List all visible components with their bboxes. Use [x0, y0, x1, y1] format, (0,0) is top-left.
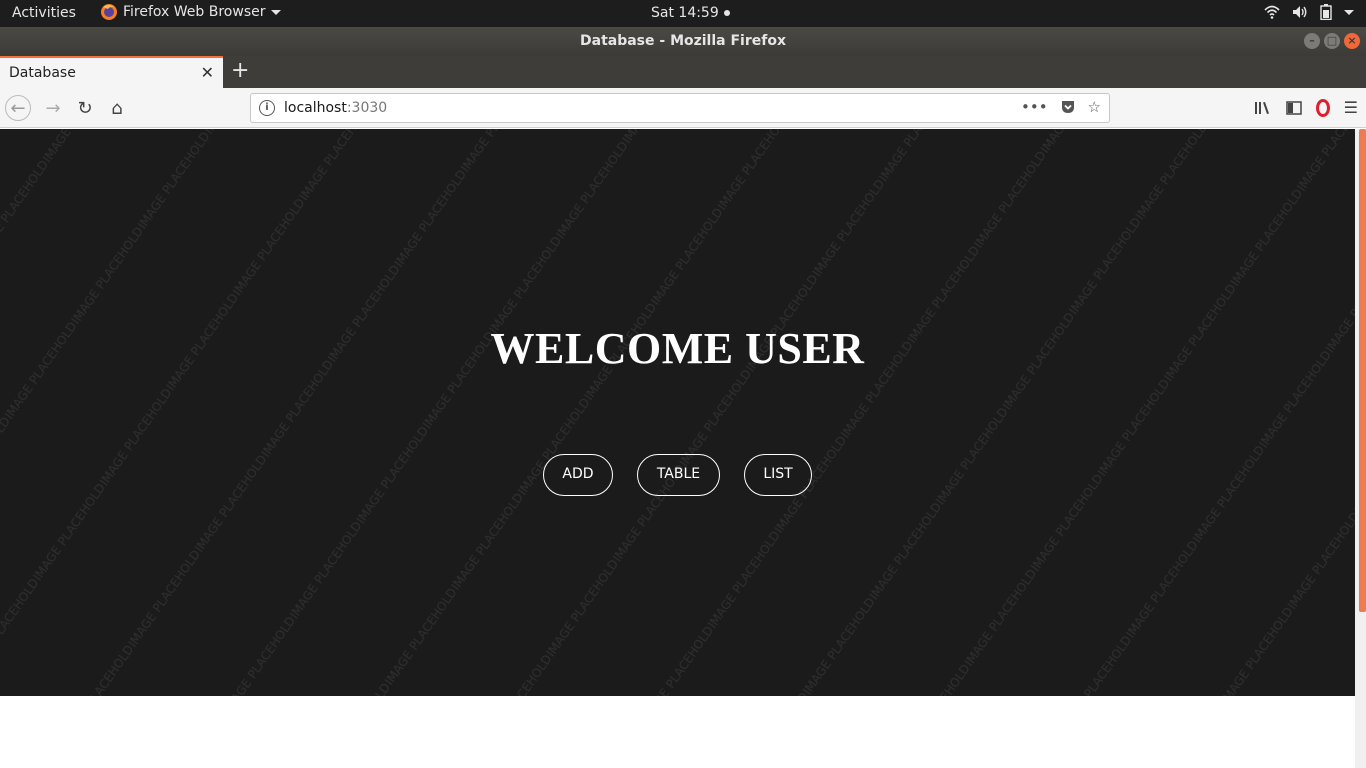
tab-database[interactable]: Database ✕	[0, 56, 223, 88]
close-icon[interactable]: ×	[1344, 33, 1360, 49]
info-icon[interactable]: i	[259, 100, 275, 116]
vertical-scrollbar[interactable]	[1355, 129, 1366, 768]
clock[interactable]: Sat 14:59	[651, 5, 730, 21]
reload-icon[interactable]: ↻	[72, 95, 98, 121]
url-bar[interactable]: i localhost:3030 ••• ☆	[250, 93, 1110, 123]
app-menu[interactable]: Firefox Web Browser	[100, 3, 281, 21]
more-icon[interactable]: •••	[1021, 98, 1048, 116]
add-button[interactable]: ADD	[543, 454, 613, 496]
list-button[interactable]: LIST	[744, 454, 812, 496]
maximize-icon[interactable]: □	[1324, 33, 1340, 49]
url-host: localhost	[284, 100, 347, 116]
volume-icon	[1293, 6, 1307, 18]
sidebar-icon[interactable]	[1285, 100, 1302, 115]
wifi-icon	[1264, 5, 1280, 19]
pocket-icon[interactable]	[1060, 99, 1076, 115]
system-tray[interactable]	[1264, 4, 1354, 20]
image-placeholder-watermark: IMAGE PLACEHOLDER	[0, 129, 1355, 696]
minimize-icon[interactable]: –	[1304, 33, 1320, 49]
url-text: localhost:3030	[284, 100, 387, 116]
navigation-toolbar: ← → ↻ ⌂ i localhost:3030 ••• ☆ ☰	[0, 88, 1366, 128]
star-icon[interactable]: ☆	[1088, 98, 1101, 116]
url-actions: ••• ☆	[1021, 98, 1101, 116]
opera-icon[interactable]	[1315, 98, 1330, 117]
clock-label: Sat 14:59	[651, 5, 719, 21]
system-top-bar: Activities Firefox Web Browser Sat 14:59	[0, 0, 1366, 27]
new-tab-button[interactable]: +	[231, 58, 249, 83]
window-title: Database - Mozilla Firefox	[580, 33, 786, 49]
library-icon[interactable]	[1254, 100, 1272, 116]
url-port: :3030	[346, 100, 388, 116]
window-controls: – □ ×	[1304, 33, 1360, 49]
battery-icon	[1320, 4, 1332, 20]
table-button[interactable]: TABLE	[637, 454, 720, 496]
tab-title: Database	[9, 65, 76, 81]
menu-icon[interactable]: ☰	[1344, 98, 1358, 117]
tab-strip: Database ✕ +	[0, 56, 1366, 88]
chevron-down-icon	[270, 9, 281, 15]
page-below-hero	[0, 696, 1355, 768]
forward-icon[interactable]: →	[40, 95, 66, 121]
chevron-down-icon	[1344, 9, 1354, 15]
page-title: WELCOME USER	[490, 324, 865, 373]
home-icon[interactable]: ⌂	[104, 95, 130, 121]
close-icon[interactable]: ✕	[201, 63, 214, 82]
window-title-bar[interactable]: Database - Mozilla Firefox – □ ×	[0, 27, 1366, 56]
notification-dot-icon	[723, 10, 730, 16]
hero-section: IMAGE PLACEHOLDER WELCOME USER ADD TABLE…	[0, 129, 1355, 696]
scrollbar-thumb[interactable]	[1359, 129, 1366, 612]
app-menu-label: Firefox Web Browser	[123, 4, 266, 20]
toolbar-right: ☰	[1254, 98, 1358, 117]
back-icon[interactable]: ←	[5, 95, 31, 121]
firefox-icon	[101, 4, 117, 20]
activities-button[interactable]: Activities	[12, 5, 76, 21]
